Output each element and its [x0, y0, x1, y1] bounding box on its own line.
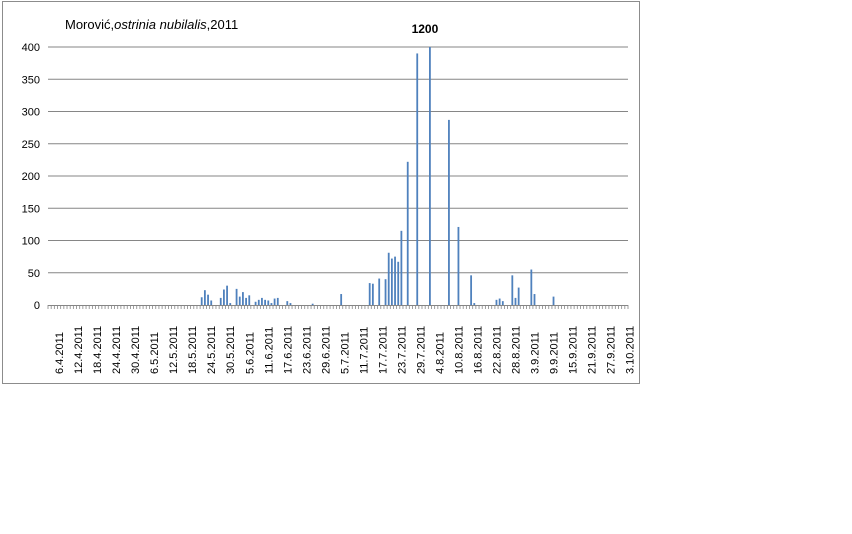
bar [400, 230, 403, 305]
title-italic-part: ostrinia nubilalis [114, 17, 207, 32]
x-tick-label: 9.9.2011 [549, 332, 561, 374]
y-tick-label: 50 [28, 268, 40, 280]
x-tick-label: 15.9.2011 [568, 326, 580, 374]
x-tick-label: 11.7.2011 [358, 327, 370, 374]
bar [270, 303, 273, 305]
bar [498, 298, 501, 305]
x-tick-label: 30.4.2011 [130, 326, 142, 374]
bar [273, 298, 276, 305]
x-tick-label: 4.8.2011 [434, 332, 446, 374]
x-tick-label: 16.8.2011 [472, 326, 484, 374]
bar [235, 288, 238, 305]
bar [245, 297, 247, 305]
x-tick-label: 12.4.2011 [73, 326, 85, 374]
bar [207, 294, 209, 305]
bar [470, 275, 473, 305]
bar [242, 292, 244, 305]
bar [501, 301, 504, 305]
x-tick-label: 24.5.2011 [206, 326, 218, 374]
bar [552, 296, 555, 305]
x-tick-label: 18.5.2011 [187, 326, 199, 374]
bar [495, 299, 498, 305]
bar [429, 47, 431, 305]
bar [264, 299, 267, 305]
x-tick-label: 27.9.2011 [606, 326, 618, 374]
bar [533, 294, 536, 305]
bar [311, 303, 314, 305]
x-tick-label: 17.6.2011 [282, 326, 294, 374]
bar [394, 256, 396, 305]
bar [457, 226, 460, 305]
bar [261, 297, 263, 305]
chart-title: Morović,ostrinia nubilalis,2011 [65, 17, 238, 32]
chart-svg: Morović,ostrinia nubilalis,2011 1200 0 50… [22, 17, 637, 374]
bar [406, 161, 409, 305]
bar [378, 278, 381, 305]
bar [267, 300, 270, 305]
x-tick-label: 28.8.2011 [510, 326, 522, 374]
bar [248, 295, 251, 305]
bar [340, 294, 343, 305]
title-plain-part: Morović, [65, 17, 114, 32]
y-tick-label: 250 [22, 139, 40, 151]
bar [200, 297, 203, 305]
chart-area: Morović,ostrinia nubilalis,2011 1200 0 50… [2, 1, 640, 384]
bar [229, 303, 232, 305]
bar [511, 275, 514, 305]
bar [448, 119, 450, 305]
x-tick-label: 30.5.2011 [225, 326, 237, 374]
y-tick-label: 300 [22, 107, 40, 119]
x-tick-label: 6.4.2011 [54, 332, 66, 374]
x-tick-label: 10.8.2011 [453, 326, 465, 374]
y-tick-label: 400 [22, 42, 40, 54]
x-tick-label: 6.5.2011 [149, 332, 161, 374]
x-tick-label: 21.9.2011 [587, 326, 599, 374]
bar [289, 303, 292, 305]
y-tick-label: 0 [34, 300, 40, 312]
bar [286, 301, 289, 305]
bar [416, 53, 419, 306]
bar [397, 261, 400, 305]
title-suffix-part: ,2011 [207, 17, 239, 32]
y-tick-label: 200 [22, 171, 40, 183]
x-tick-label: 23.7.2011 [396, 326, 408, 374]
x-tick-label: 5.6.2011 [244, 332, 256, 374]
bar [514, 297, 517, 305]
x-tick-label: 29.6.2011 [320, 326, 332, 374]
bar [530, 269, 533, 305]
x-tick-label: 24.4.2011 [111, 326, 123, 374]
peak-annotation: 1200 [412, 22, 439, 36]
y-tick-label: 350 [22, 74, 40, 86]
x-tick-label: 3.10.2011 [625, 326, 637, 374]
y-tick-label: 150 [22, 203, 40, 215]
bar [387, 252, 390, 305]
bar [368, 283, 371, 305]
x-tick-label: 3.9.2011 [530, 332, 542, 374]
x-tick-label: 5.7.2011 [339, 332, 351, 374]
bar [384, 279, 387, 305]
bar [238, 296, 241, 305]
bar [390, 258, 393, 305]
x-tick-label: 22.8.2011 [491, 326, 503, 374]
x-tick-label: 18.4.2011 [92, 326, 104, 374]
bar [517, 287, 520, 305]
gridlines [48, 46, 628, 274]
bar [254, 301, 257, 305]
bar [276, 297, 279, 305]
bar [223, 289, 225, 305]
bar [371, 283, 374, 305]
x-tick-label: 29.7.2011 [415, 326, 427, 374]
x-tick-label: 11.6.2011 [263, 327, 275, 374]
bar [226, 285, 228, 305]
bar [257, 299, 260, 305]
x-tick-label: 23.6.2011 [301, 326, 313, 374]
x-tick-label: 12.5.2011 [168, 326, 180, 374]
x-tick-label: 17.7.2011 [377, 326, 389, 374]
y-tick-label: 100 [22, 236, 40, 248]
bar [210, 300, 213, 305]
bar [203, 290, 206, 305]
bar [219, 297, 222, 305]
bar [473, 303, 476, 305]
